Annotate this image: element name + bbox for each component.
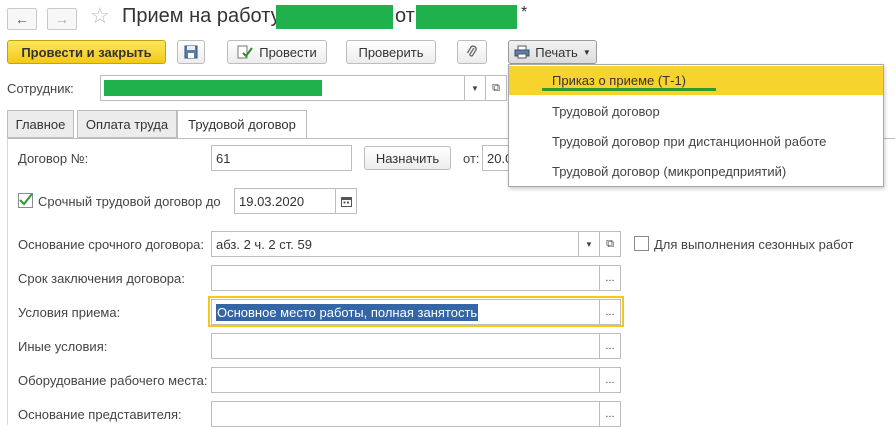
print-menu: Приказ о приеме (Т-1) Трудовой договор Т…	[508, 64, 884, 187]
printer-icon	[514, 45, 530, 59]
redacted-employee	[104, 80, 322, 96]
employee-label: Сотрудник:	[7, 81, 74, 96]
basis-dropdown-button[interactable]: ▼	[578, 231, 600, 257]
check-button[interactable]: Проверить	[346, 40, 436, 64]
attach-button[interactable]	[457, 40, 487, 64]
print-button[interactable]: Печать ▼	[508, 40, 597, 64]
print-menu-item-label: Приказ о приеме (Т-1)	[552, 73, 687, 88]
conditions-field[interactable]: Основное место работы, полная занятость	[211, 299, 601, 325]
seasonal-checkbox[interactable]	[634, 236, 649, 251]
print-menu-item-label: Трудовой договор (микропредприятий)	[552, 164, 787, 179]
from-date-field[interactable]: 20.0	[482, 145, 510, 171]
chevron-down-icon: ▼	[582, 47, 591, 57]
print-menu-item-label: Трудовой договор при дистанционной работ…	[552, 134, 827, 149]
post-button-label: Провести	[259, 44, 317, 60]
employee-open-button[interactable]: ⧉	[485, 75, 507, 101]
open-link-icon: ⧉	[492, 81, 500, 94]
checkmark-icon	[19, 193, 33, 206]
employee-dropdown-button[interactable]: ▼	[464, 75, 486, 101]
fixed-term-checkbox[interactable]	[18, 193, 33, 208]
equipment-label: Оборудование рабочего места:	[18, 373, 208, 388]
star-icon[interactable]: ☆	[90, 3, 110, 29]
equipment-select-button[interactable]: ...	[599, 367, 621, 393]
save-button[interactable]	[177, 40, 205, 64]
title-mid: от	[395, 5, 415, 27]
representative-label: Основание представителя:	[18, 407, 182, 422]
contract-number-label: Договор №:	[18, 151, 89, 166]
fixed-term-label: Срочный трудовой договор до	[38, 194, 221, 209]
from-label: от:	[463, 151, 480, 166]
highlight-underline	[542, 88, 716, 91]
basis-open-button[interactable]: ⧉	[599, 231, 621, 257]
assign-button[interactable]: Назначить	[364, 146, 451, 170]
forward-button[interactable]: →	[47, 8, 77, 30]
conditions-select-button[interactable]: ...	[599, 299, 621, 325]
floppy-disk-icon	[184, 45, 198, 59]
paperclip-icon	[466, 45, 477, 57]
redacted-name	[276, 5, 393, 29]
term-select-button[interactable]: ...	[599, 265, 621, 291]
print-menu-item-micro-contract[interactable]: Трудовой договор (микропредприятий)	[509, 157, 883, 186]
fixed-term-date-field[interactable]: 19.03.2020	[234, 188, 336, 214]
tab-contract[interactable]: Трудовой договор	[177, 110, 307, 139]
arrow-left-icon: ←	[15, 11, 29, 27]
representative-field[interactable]	[211, 401, 601, 427]
tab-pay[interactable]: Оплата труда	[77, 110, 177, 138]
term-field[interactable]	[211, 265, 601, 291]
tab-main[interactable]: Главное	[7, 110, 74, 138]
post-and-close-button[interactable]: Провести и закрыть	[7, 40, 166, 64]
other-conditions-select-button[interactable]: ...	[599, 333, 621, 359]
chevron-down-icon: ▼	[471, 83, 479, 93]
employee-field[interactable]	[100, 75, 465, 101]
print-menu-item-remote-contract[interactable]: Трудовой договор при дистанционной работ…	[509, 127, 883, 156]
equipment-field[interactable]	[211, 367, 601, 393]
back-button[interactable]: ←	[7, 8, 37, 30]
print-button-label: Печать	[535, 44, 578, 60]
basis-field[interactable]: абз. 2 ч. 2 ст. 59	[211, 231, 579, 257]
other-conditions-label: Иные условия:	[18, 339, 108, 354]
tab-panel-left-border	[7, 138, 8, 425]
representative-select-button[interactable]: ...	[599, 401, 621, 427]
title-prefix: Прием на работу	[122, 5, 281, 27]
term-label: Срок заключения договора:	[18, 271, 185, 286]
print-menu-item-contract[interactable]: Трудовой договор	[509, 97, 883, 126]
basis-label: Основание срочного договора:	[18, 237, 205, 252]
arrow-right-icon: →	[55, 11, 69, 27]
print-menu-item-label: Трудовой договор	[552, 104, 660, 119]
calendar-icon	[340, 196, 352, 207]
chevron-down-icon: ▼	[585, 239, 593, 249]
calendar-button[interactable]	[335, 188, 357, 214]
post-document-icon	[237, 45, 254, 59]
redacted-date	[416, 5, 517, 29]
other-conditions-field[interactable]	[211, 333, 601, 359]
conditions-value: Основное место работы, полная занятость	[216, 303, 479, 321]
post-button[interactable]: Провести	[227, 40, 327, 64]
contract-number-field[interactable]: 61	[211, 145, 352, 171]
seasonal-label: Для выполнения сезонных работ	[654, 237, 854, 252]
modified-mark: *	[521, 4, 528, 21]
open-link-icon: ⧉	[606, 237, 614, 250]
conditions-label: Условия приема:	[18, 305, 121, 320]
page-title: Прием на работу	[122, 5, 281, 28]
